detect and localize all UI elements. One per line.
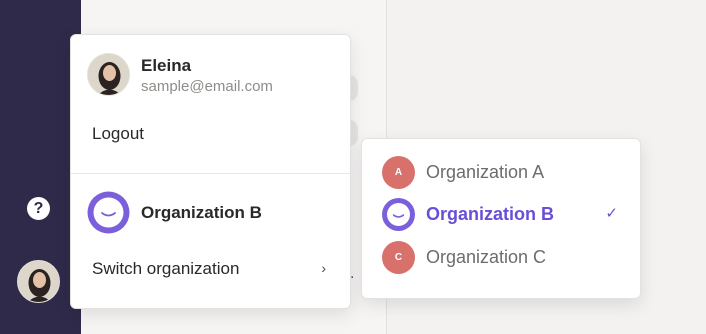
org-item-label: Organization C (426, 247, 547, 267)
account-menu: Eleina sample@email.com Logout Organizat… (70, 34, 351, 309)
logout-button[interactable]: Logout (92, 124, 144, 144)
organization-submenu: A Organization A Organization B ✓ C Orga… (361, 138, 641, 299)
chevron-right-icon: › (321, 260, 326, 276)
org-item-c[interactable]: C Organization C (362, 238, 640, 278)
avatar-photo-icon (88, 54, 129, 95)
current-org-name: Organization B (141, 203, 262, 222)
checkmark-icon: ✓ (605, 205, 618, 222)
switch-organization-label: Switch organization (92, 259, 240, 278)
org-item-label: Organization A (426, 162, 545, 182)
switch-organization-item[interactable]: Switch organization › (71, 255, 350, 285)
org-item-label: Organization B (426, 204, 555, 224)
org-item-a[interactable]: A Organization A (362, 153, 640, 193)
sidebar-avatar[interactable] (17, 260, 60, 303)
org-initial-badge: A (382, 156, 415, 189)
chat-bubble-logo-icon (87, 191, 130, 234)
help-button[interactable]: ? (27, 197, 50, 220)
user-email: sample@email.com (141, 78, 273, 95)
avatar-photo-icon (18, 261, 59, 302)
menu-divider (71, 173, 350, 174)
user-name: Eleina (141, 56, 192, 75)
user-avatar (87, 53, 130, 96)
org-item-b[interactable]: Organization B ✓ (362, 195, 640, 235)
chat-bubble-logo-icon (382, 198, 415, 231)
org-initial-badge: C (382, 241, 415, 274)
